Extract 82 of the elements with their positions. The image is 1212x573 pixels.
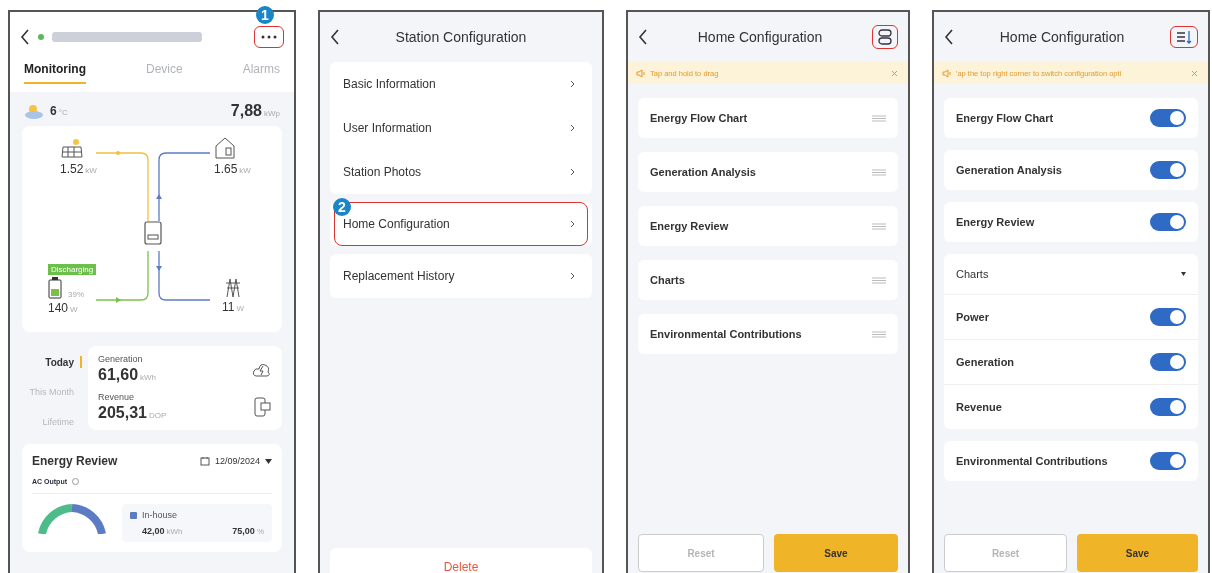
toggle-switch[interactable] (1150, 308, 1186, 326)
screen-title: Home Configuration (998, 29, 1126, 45)
chart-label: Power (956, 311, 989, 323)
battery-charge: 39% (68, 290, 84, 299)
battery-status: Discharging (48, 264, 97, 275)
stat-value: 205,31 DOP (98, 404, 167, 422)
drag-handle-icon[interactable] (872, 168, 886, 176)
capacity-value: 7,88 kWp (230, 102, 280, 120)
stat-label: Generation (98, 354, 144, 364)
module-label: Energy Review (956, 216, 1035, 228)
home-power: 1.65 kW (214, 162, 251, 176)
solar-power: 1.52 kW (60, 162, 97, 176)
house-icon (214, 136, 236, 160)
legend-label: In-house (142, 510, 178, 520)
weather-icon (24, 103, 44, 119)
caret-icon[interactable] (1181, 272, 1186, 276)
chart-label: Revenue (956, 401, 1002, 413)
chevron-right-icon (570, 80, 575, 88)
module-label: Generation Analysis (650, 166, 756, 178)
module-label: Environmental Contributions (650, 328, 802, 340)
module-label: Energy Flow Chart (956, 112, 1054, 124)
chevron-right-icon (570, 272, 575, 280)
sort-list-icon (1176, 30, 1192, 44)
toggle-switch[interactable] (1150, 109, 1186, 127)
online-dot-icon (38, 34, 44, 40)
chevron-right-icon (570, 168, 575, 176)
chart-label: Generation (956, 356, 1015, 368)
back-icon[interactable] (330, 29, 340, 45)
module-label: Charts (956, 268, 989, 280)
toggle-switch[interactable] (1150, 398, 1186, 416)
tab[interactable]: Monitoring (24, 62, 86, 84)
legend-share: 75,00 % (232, 526, 264, 536)
more-button[interactable] (254, 26, 284, 48)
callout-number: 1 (256, 6, 274, 24)
toggle-view-button[interactable] (872, 25, 898, 49)
toggle-switch[interactable] (1150, 353, 1186, 371)
screen-title: Station Configuration (394, 29, 528, 45)
save-button[interactable]: Save (774, 534, 898, 572)
toggle-switch[interactable] (1150, 452, 1186, 470)
solar-panel-icon (60, 138, 84, 160)
speaker-icon (942, 68, 952, 78)
grid-power: 11 W (222, 300, 245, 314)
caret-icon (265, 458, 272, 464)
stat-value: 61,60 kWh (98, 366, 157, 384)
legend-value: 42,00 kWh (142, 526, 183, 536)
solar-flow-line (95, 151, 149, 222)
stat-label: Revenue (98, 392, 136, 402)
delete-button[interactable]: Delete (330, 548, 592, 573)
date-picker[interactable]: 12/09/2024 (199, 456, 272, 466)
drag-handle-icon[interactable] (872, 114, 886, 122)
phone-money-icon (254, 397, 272, 417)
card-title: Energy Review (32, 454, 118, 468)
battery-flow-line (95, 250, 149, 303)
back-icon[interactable] (20, 29, 30, 45)
chevron-right-icon (570, 220, 575, 228)
toggle-switch[interactable] (1150, 161, 1186, 179)
module-label: Energy Review (650, 220, 729, 232)
drag-handle-icon[interactable] (872, 330, 886, 338)
save-button[interactable]: Save (1077, 534, 1198, 572)
module-label: Energy Flow Chart (650, 112, 748, 124)
calendar-icon (199, 456, 210, 466)
sort-view-button[interactable] (1170, 26, 1198, 48)
chevron-right-icon (570, 124, 575, 132)
toggle-switch[interactable] (1150, 213, 1186, 231)
screen-title: Home Configuration (696, 29, 824, 45)
module-label: Generation Analysis (956, 164, 1062, 176)
drag-handle-icon[interactable] (872, 276, 886, 284)
callout-number: 2 (333, 198, 351, 216)
battery-icon (48, 277, 62, 299)
inverter-icon (144, 221, 162, 245)
speaker-icon (636, 68, 646, 78)
back-icon[interactable] (944, 29, 954, 45)
period-option[interactable]: Today (45, 356, 82, 368)
battery-power: 140 W (48, 301, 78, 315)
toggle-list-icon (878, 29, 892, 45)
module-label: Environmental Contributions (956, 455, 1108, 467)
info-circle-icon (72, 478, 79, 485)
home-flow-line (156, 152, 211, 222)
module-label: Charts (650, 274, 685, 286)
back-icon[interactable] (638, 29, 648, 45)
grid-flow-line (156, 250, 211, 301)
drag-handle-icon[interactable] (872, 222, 886, 230)
